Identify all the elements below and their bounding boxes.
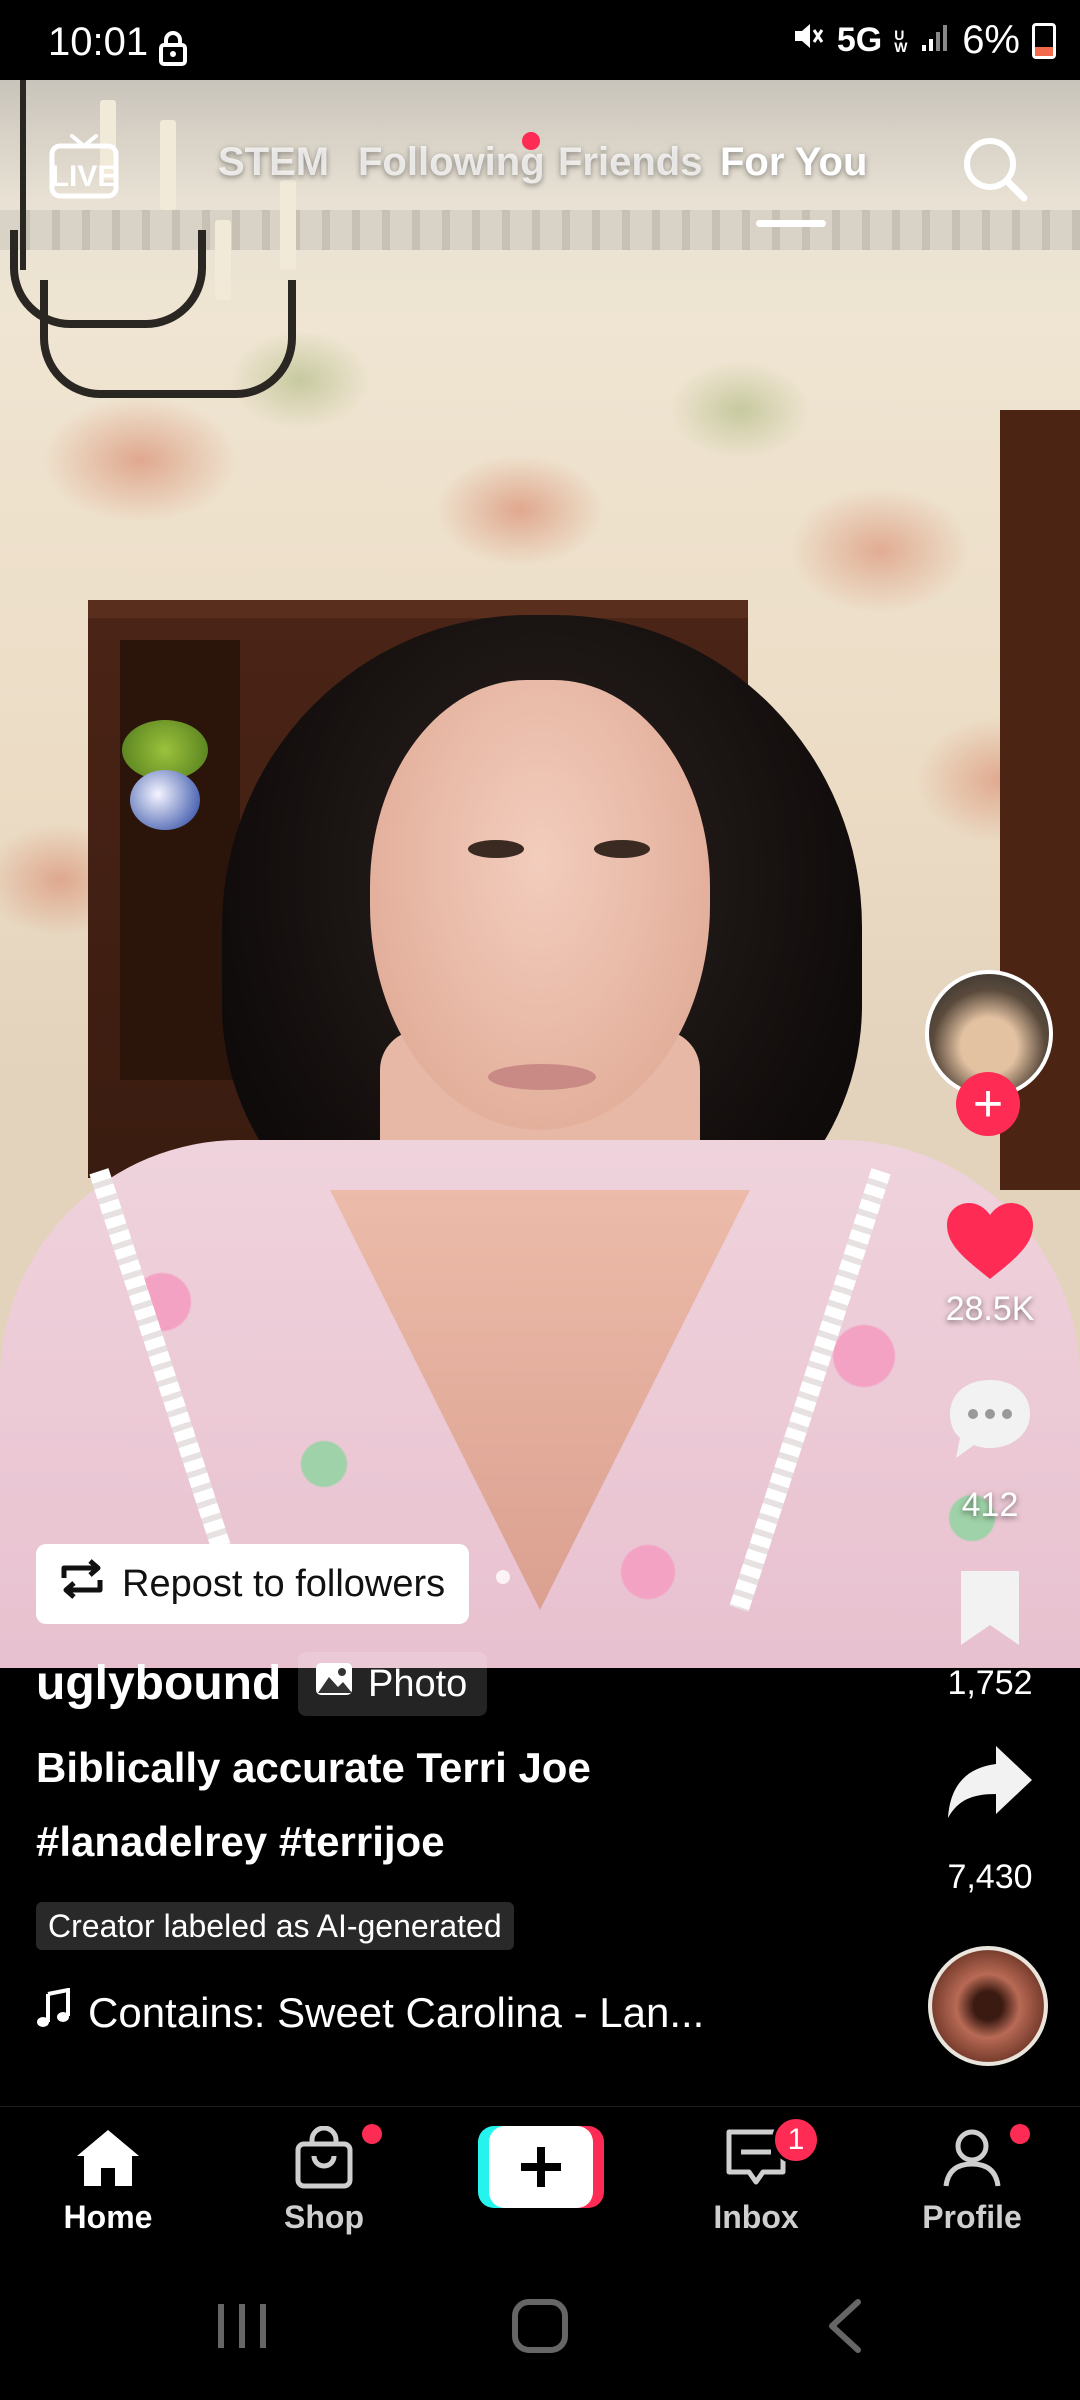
vase (130, 770, 200, 830)
nav-inbox-label: Inbox (713, 2199, 799, 2235)
tab-stem[interactable]: STEM (218, 140, 329, 185)
network-sub-label: UW (894, 26, 908, 55)
photo-mode-badge[interactable]: Photo (298, 1652, 488, 1716)
left-eye (468, 840, 524, 858)
post-photo[interactable] (0, 80, 1080, 1668)
creator-username[interactable]: uglybound (36, 1656, 281, 1711)
comment-count: 412 (961, 1486, 1019, 1524)
following-notification-dot (522, 132, 540, 150)
inbox-badge: 1 (772, 2116, 820, 2164)
nav-profile-label: Profile (922, 2199, 1022, 2235)
nav-home-label: Home (63, 2199, 153, 2235)
network-label: 5G (836, 21, 883, 59)
music-title: Contains: Sweet Carolina - Lan... (88, 1989, 705, 2036)
photo-badge-label: Photo (368, 1662, 468, 1705)
follow-plus-icon[interactable]: + (956, 1072, 1020, 1136)
mute-icon (791, 18, 825, 63)
create-plus-icon (512, 2140, 570, 2199)
share-arrow-icon[interactable] (944, 1740, 1036, 1824)
signal-icon (920, 18, 950, 63)
face (370, 680, 710, 1130)
repost-icon (58, 1558, 106, 1610)
chandelier (0, 80, 320, 400)
shop-notification-dot (362, 2124, 382, 2144)
profile-icon (940, 2126, 1004, 2195)
home-button-icon[interactable] (510, 2298, 570, 2359)
post-hashtags[interactable]: #lanadelrey #terrijoe (36, 1818, 445, 1866)
post-caption: Biblically accurate Terri Joe (36, 1744, 591, 1791)
status-indicators: 5G UW 6% (791, 18, 1056, 63)
music-note-icon (36, 1988, 72, 2038)
bookmark-icon[interactable] (952, 1566, 1028, 1650)
like-heart-icon[interactable] (940, 1196, 1040, 1286)
create-post-button[interactable] (478, 2126, 604, 2208)
nav-home[interactable]: Home (28, 2126, 188, 2236)
live-label: LIVE (50, 160, 118, 193)
battery-percent: 6% (962, 18, 1020, 62)
profile-notification-dot (1010, 2124, 1030, 2144)
save-count: 1,752 (947, 1664, 1033, 1702)
nav-profile[interactable]: Profile (892, 2126, 1052, 2236)
right-eye (594, 840, 650, 858)
back-icon[interactable] (820, 2298, 870, 2359)
search-icon[interactable] (960, 134, 1030, 204)
repost-to-followers-button[interactable]: Repost to followers (36, 1544, 470, 1624)
live-button[interactable]: LIVE (48, 132, 120, 200)
image-icon (314, 1661, 354, 1707)
active-tab-indicator (756, 220, 826, 227)
nav-shop-label: Shop (284, 2199, 364, 2235)
music-row[interactable]: Contains: Sweet Carolina - Lan... (36, 1988, 816, 2038)
mouth (488, 1064, 596, 1090)
carousel-indicator (496, 1570, 510, 1584)
share-count: 7,430 (947, 1858, 1033, 1896)
tab-friends[interactable]: Friends (558, 140, 702, 185)
tab-for-you[interactable]: For You (720, 140, 867, 185)
music-album-disc[interactable] (928, 1946, 1048, 2066)
repost-label: Repost to followers (122, 1562, 446, 1605)
lock-icon (158, 30, 188, 66)
shopping-bag-icon (292, 2125, 356, 2195)
like-count: 28.5K (945, 1290, 1035, 1328)
nav-shop[interactable]: Shop (244, 2125, 404, 2236)
recent-apps-icon[interactable] (212, 2298, 272, 2359)
comment-icon[interactable] (944, 1374, 1036, 1464)
tab-following[interactable]: Following (358, 140, 545, 185)
home-icon (73, 2126, 143, 2195)
status-time: 10:01 (48, 20, 149, 64)
status-bar: 10:01 5G UW 6% (0, 0, 1080, 80)
battery-icon (1032, 22, 1056, 59)
ai-generated-label: Creator labeled as AI-generated (36, 1902, 514, 1950)
